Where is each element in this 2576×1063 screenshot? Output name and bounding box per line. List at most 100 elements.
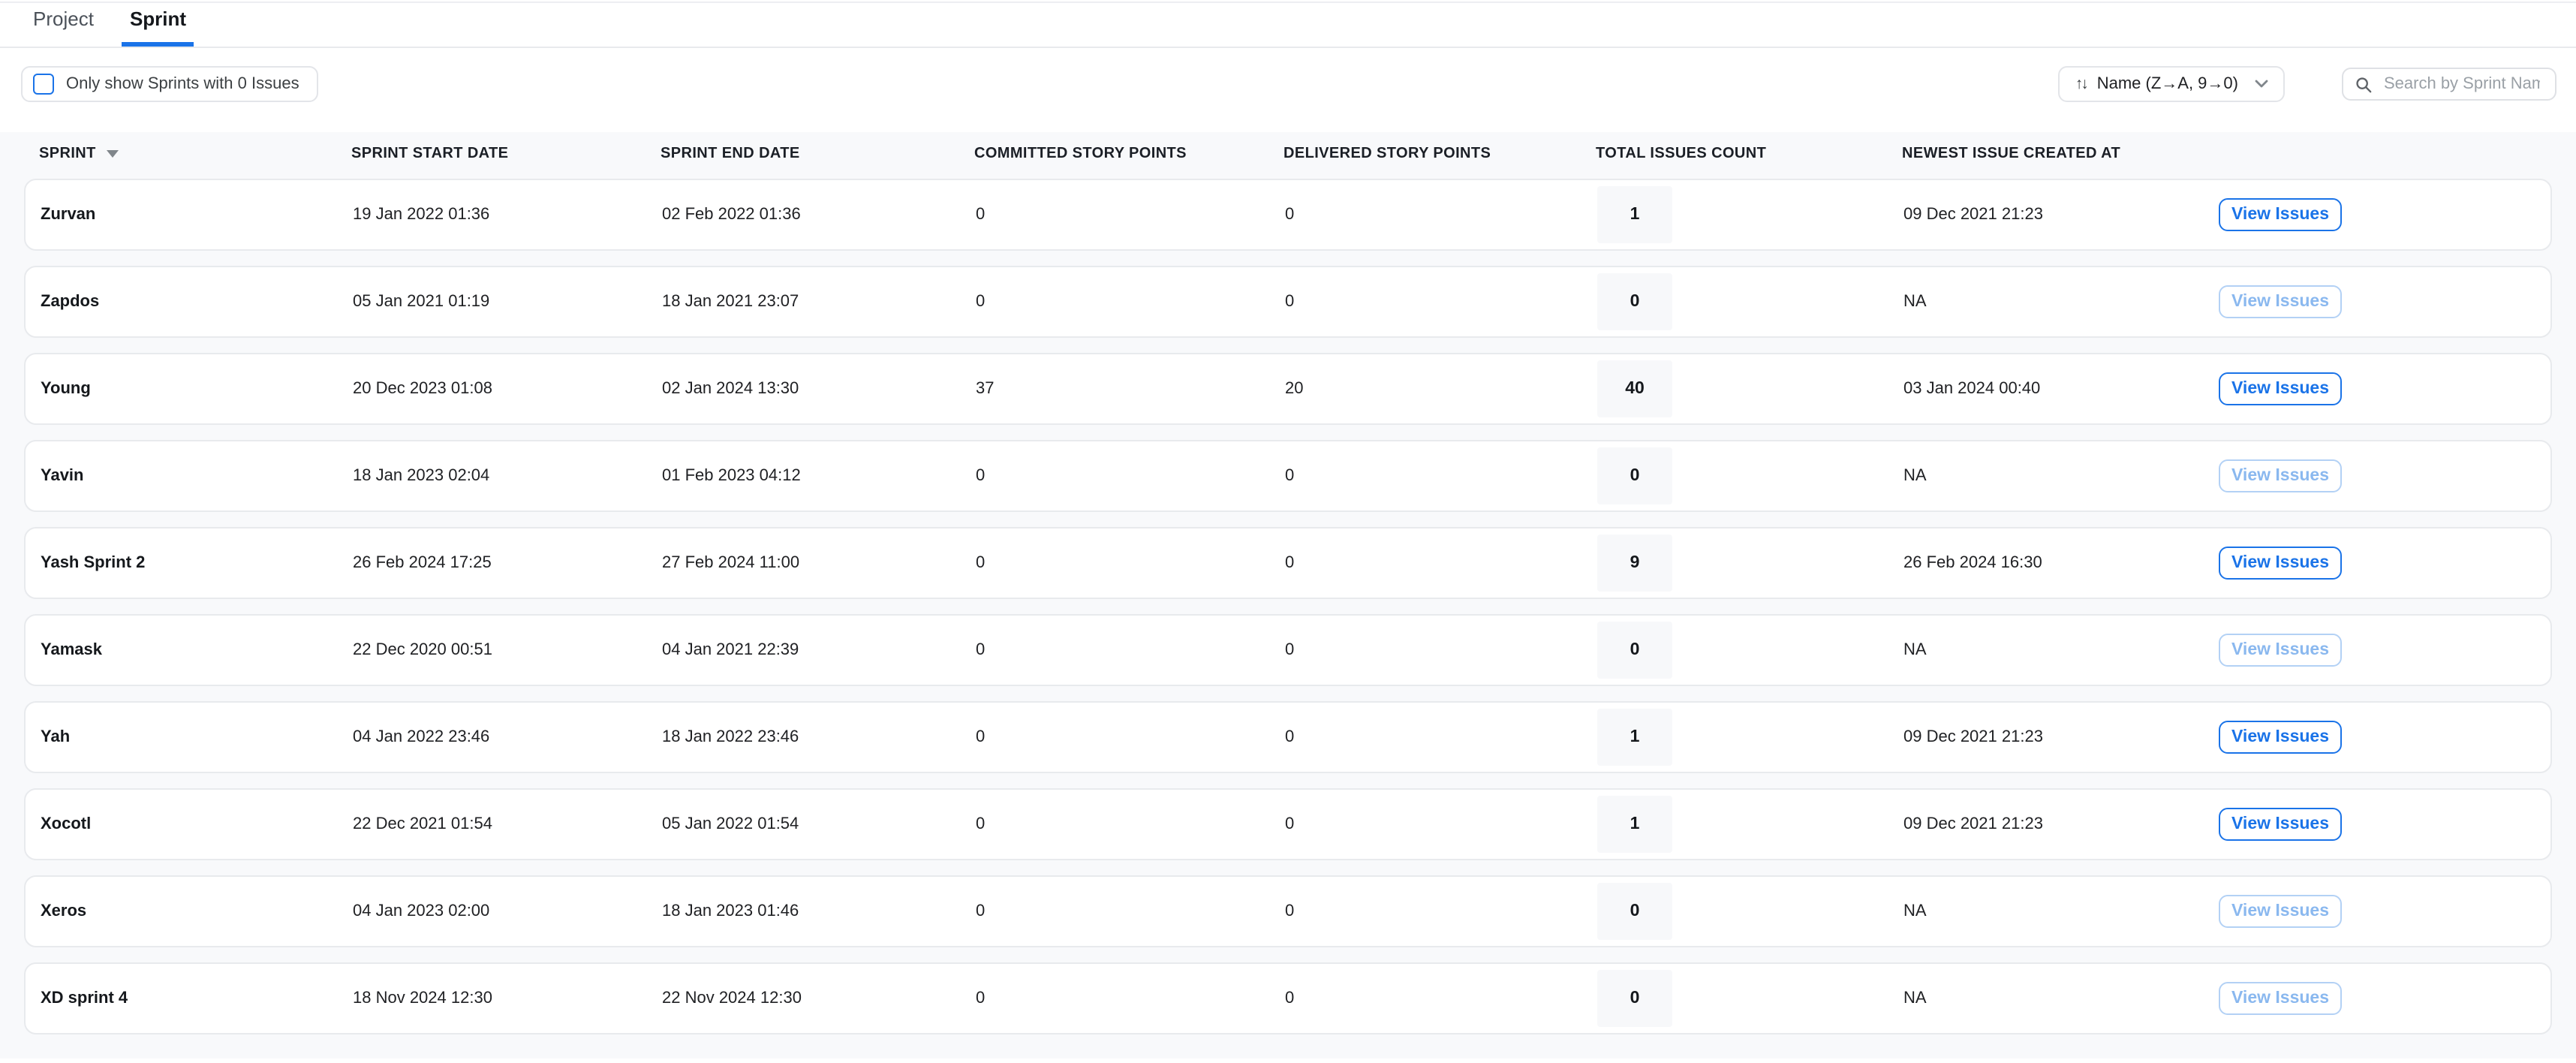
newest-issue-created-at: NA [1903,989,2219,1007]
sort-updown-icon: ↑↓ [2075,75,2087,93]
delivered-story-points: 0 [1285,206,1597,224]
delivered-story-points: 0 [1285,815,1597,833]
tab-project[interactable]: Project [26,8,101,47]
sprint-end-date: 18 Jan 2023 01:46 [662,902,976,920]
total-issues-badge: 0 [1597,447,1672,504]
committed-story-points: 0 [976,728,1285,746]
chevron-down-icon [2255,80,2268,89]
sprint-end-date: 04 Jan 2021 22:39 [662,641,976,659]
sort-dropdown[interactable]: ↑↓ Name (Z→A, 9→0) [2059,66,2285,102]
total-issues-badge: 1 [1597,186,1672,243]
column-header: Committed Story Points [974,145,1283,161]
sprint-end-date: 18 Jan 2021 23:07 [662,293,976,311]
newest-issue-created-at: NA [1903,467,2219,485]
committed-story-points: 0 [976,293,1285,311]
sprint-search [2342,68,2556,101]
delivered-story-points: 0 [1285,293,1597,311]
sprint-report-page: Project Sprint Only show Sprints with 0 … [0,2,2576,1063]
sprint-row: Zapdos 05 Jan 2021 01:19 18 Jan 2021 23:… [24,266,2552,338]
sprint-row: Xeros 04 Jan 2023 02:00 18 Jan 2023 01:4… [24,875,2552,947]
sprint-start-date: 04 Jan 2022 23:46 [353,728,662,746]
view-issues-button[interactable]: View Issues [2219,808,2342,841]
sprint-start-date: 19 Jan 2022 01:36 [353,206,662,224]
sprint-end-date: 01 Feb 2023 04:12 [662,467,976,485]
committed-story-points: 0 [976,641,1285,659]
sprint-row: Zurvan 19 Jan 2022 01:36 02 Feb 2022 01:… [24,179,2552,251]
committed-story-points: 0 [976,467,1285,485]
search-input[interactable] [2381,74,2543,95]
newest-issue-created-at: 03 Jan 2024 00:40 [1903,380,2219,398]
total-issues-badge: 9 [1597,535,1672,592]
total-issues-badge: 1 [1597,709,1672,766]
zero-issues-filter[interactable]: Only show Sprints with 0 Issues [21,66,319,102]
total-issues-badge: 1 [1597,796,1672,853]
delivered-story-points: 0 [1285,902,1597,920]
column-header: Delivered Story Points [1283,145,1596,161]
sprint-start-date: 22 Dec 2020 00:51 [353,641,662,659]
sprint-row: Yash Sprint 2 26 Feb 2024 17:25 27 Feb 2… [24,527,2552,599]
view-issues-button[interactable]: View Issues [2219,372,2342,405]
committed-story-points: 0 [976,554,1285,572]
sprint-end-date: 18 Jan 2022 23:46 [662,728,976,746]
sprint-name: Yash Sprint 2 [41,554,353,572]
newest-issue-created-at: 09 Dec 2021 21:23 [1903,815,2219,833]
sprint-name: Yah [41,728,353,746]
sprint-end-date: 27 Feb 2024 11:00 [662,554,976,572]
newest-issue-created-at: NA [1903,293,2219,311]
sort-caret-icon [107,149,119,157]
view-issues-button[interactable]: View Issues [2219,198,2342,231]
delivered-story-points: 0 [1285,728,1597,746]
newest-issue-created-at: NA [1903,902,2219,920]
sprint-end-date: 22 Nov 2024 12:30 [662,989,976,1007]
column-header: Total Issues Count [1596,145,1902,161]
sprint-end-date: 02 Feb 2022 01:36 [662,206,976,224]
toolbar: Only show Sprints with 0 Issues ↑↓ Name … [0,68,2576,101]
search-icon [2355,76,2372,92]
newest-issue-created-at: 09 Dec 2021 21:23 [1903,728,2219,746]
delivered-story-points: 0 [1285,989,1597,1007]
newest-issue-created-at: NA [1903,641,2219,659]
total-issues-badge: 0 [1597,622,1672,679]
total-issues-badge: 0 [1597,970,1672,1027]
sprint-name: Xeros [41,902,353,920]
sprint-start-date: 18 Nov 2024 12:30 [353,989,662,1007]
sprint-name: Young [41,380,353,398]
committed-story-points: 0 [976,206,1285,224]
sprint-start-date: 18 Jan 2023 02:04 [353,467,662,485]
tab-bar: Project Sprint [0,2,2576,48]
sprint-row: Young 20 Dec 2023 01:08 02 Jan 2024 13:3… [24,353,2552,425]
sprint-row: Xocotl 22 Dec 2021 01:54 05 Jan 2022 01:… [24,788,2552,860]
column-header[interactable]: Sprint [39,145,351,161]
committed-story-points: 0 [976,989,1285,1007]
sprint-start-date: 05 Jan 2021 01:19 [353,293,662,311]
sprint-name: Yavin [41,467,353,485]
column-header: Sprint Start Date [351,145,661,161]
sprint-row: XD sprint 4 18 Nov 2024 12:30 22 Nov 202… [24,962,2552,1034]
sprint-name: Zapdos [41,293,353,311]
sort-dropdown-label: Name (Z→A, 9→0) [2097,75,2238,93]
total-issues-badge: 0 [1597,883,1672,940]
sprint-table: SprintSprint Start DateSprint End DateCo… [0,132,2576,1058]
delivered-story-points: 0 [1285,641,1597,659]
newest-issue-created-at: 09 Dec 2021 21:23 [1903,206,2219,224]
total-issues-badge: 40 [1597,360,1672,417]
column-header: Newest Issue Created At [1902,145,2217,161]
delivered-story-points: 0 [1285,467,1597,485]
sprint-row: Yavin 18 Jan 2023 02:04 01 Feb 2023 04:1… [24,440,2552,512]
committed-story-points: 0 [976,902,1285,920]
sprint-start-date: 22 Dec 2021 01:54 [353,815,662,833]
sprint-end-date: 02 Jan 2024 13:30 [662,380,976,398]
sprint-name: Xocotl [41,815,353,833]
committed-story-points: 0 [976,815,1285,833]
tab-sprint[interactable]: Sprint [122,8,194,47]
sprint-start-date: 26 Feb 2024 17:25 [353,554,662,572]
view-issues-button[interactable]: View Issues [2219,547,2342,580]
column-header: Sprint End Date [661,145,974,161]
zero-issues-checkbox[interactable] [33,74,54,95]
view-issues-button: View Issues [2219,895,2342,928]
view-issues-button[interactable]: View Issues [2219,721,2342,754]
table-header-row: SprintSprint Start DateSprint End DateCo… [24,132,2552,171]
sprint-name: XD sprint 4 [41,989,353,1007]
delivered-story-points: 20 [1285,380,1597,398]
sprint-row: Yamask 22 Dec 2020 00:51 04 Jan 2021 22:… [24,614,2552,686]
